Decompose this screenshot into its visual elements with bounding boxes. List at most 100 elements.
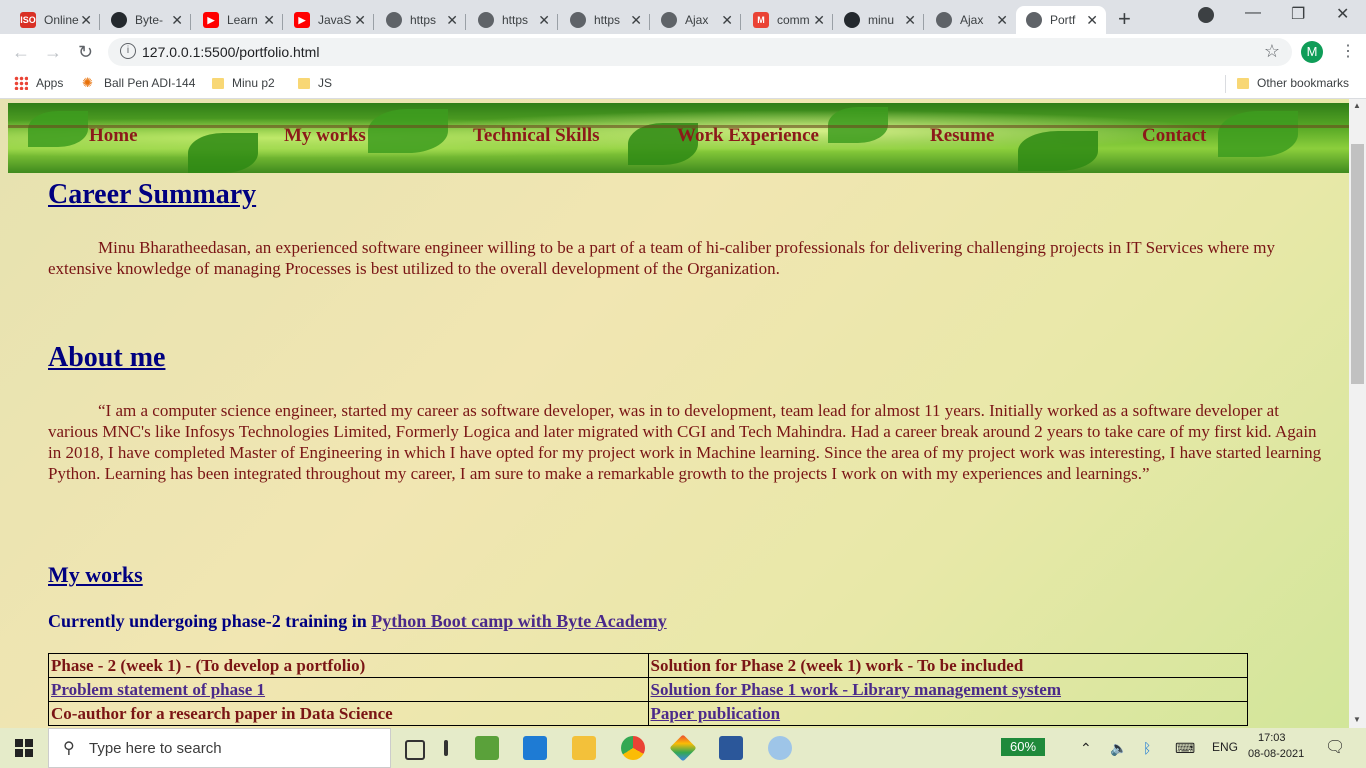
bookmark-item[interactable]: ✺ Ball Pen ADI-144	[82, 76, 195, 91]
paper-publication-link[interactable]: Paper publication	[651, 704, 781, 723]
tray-chevron-icon[interactable]: ⌃	[1080, 740, 1092, 757]
browser-tab-active[interactable]: Portf ✕	[1016, 6, 1106, 34]
profile-avatar[interactable]: M	[1301, 41, 1323, 63]
browser-tab[interactable]: Ajax ✕	[926, 6, 1016, 34]
url-text[interactable]: 127.0.0.1:5500/portfolio.html	[142, 44, 319, 60]
vscode-icon[interactable]	[523, 736, 547, 760]
close-tab-icon[interactable]: ✕	[996, 12, 1008, 29]
solution-phase1-link[interactable]: Solution for Phase 1 work - Library mana…	[651, 680, 1062, 699]
close-tab-icon[interactable]: ✕	[538, 12, 550, 29]
windows-taskbar: ⚲ Type here to search 60% ⌃ 🔈 ᛒ ⌨ ENG 17…	[0, 728, 1366, 768]
browser-tab[interactable]: ISO Online ✕	[10, 6, 100, 34]
nav-my-works[interactable]: My works	[284, 125, 366, 147]
language-indicator[interactable]: ENG	[1212, 740, 1238, 754]
bookmark-apps[interactable]: Apps	[14, 76, 63, 90]
browser-tab[interactable]: ▶ Learn ✕	[193, 6, 283, 34]
browser-tab[interactable]: https ✕	[376, 6, 466, 34]
browser-toolbar: ← → ↻ i 127.0.0.1:5500/portfolio.html ☆	[0, 34, 1366, 70]
menu-kebab-icon[interactable]: ⋮	[1340, 41, 1356, 61]
bootcamp-link[interactable]: Python Boot camp with Byte Academy	[371, 611, 667, 631]
scroll-up-icon[interactable]: ▲	[1353, 101, 1361, 110]
close-tab-icon[interactable]: ✕	[813, 12, 825, 29]
volume-icon[interactable]: 🔈	[1110, 740, 1127, 757]
tab-title: Ajax	[960, 13, 984, 27]
career-summary-text: Minu Bharatheedasan, an experienced soft…	[48, 238, 1275, 278]
close-tab-icon[interactable]: ✕	[80, 12, 92, 29]
app-icon[interactable]	[669, 734, 697, 762]
keyboard-icon[interactable]: ⌨	[1175, 740, 1195, 757]
new-tab-icon[interactable]: +	[1118, 6, 1131, 32]
close-window-icon[interactable]: ✕	[1336, 4, 1349, 24]
nav-technical-skills[interactable]: Technical Skills	[473, 125, 600, 147]
close-tab-icon[interactable]: ✕	[263, 12, 275, 29]
scroll-down-icon[interactable]: ▼	[1353, 715, 1361, 724]
table-cell: Paper publication	[647, 701, 1248, 726]
github-icon	[111, 12, 127, 28]
paint-icon[interactable]	[768, 736, 792, 760]
taskbar-search-box[interactable]: ⚲ Type here to search	[48, 728, 391, 768]
nav-contact[interactable]: Contact	[1142, 125, 1206, 147]
minimize-icon[interactable]: —	[1245, 4, 1261, 22]
bookmark-star-icon[interactable]: ☆	[1264, 41, 1280, 62]
tab-title: https	[502, 13, 529, 27]
word-icon[interactable]	[719, 736, 743, 760]
restore-icon[interactable]: ❐	[1291, 4, 1305, 24]
tab-title: https	[594, 13, 621, 27]
browser-tab[interactable]: Byte- ✕	[101, 6, 191, 34]
task-view-icon[interactable]	[405, 740, 425, 760]
tab-search-icon[interactable]	[1198, 7, 1214, 23]
career-summary-heading: Career Summary	[48, 179, 257, 210]
notifications-icon[interactable]: 🗨	[1325, 737, 1345, 757]
nav-work-experience[interactable]: Work Experience	[677, 125, 819, 147]
close-tab-icon[interactable]: ✕	[171, 12, 183, 29]
bookmark-label: Minu p2	[232, 76, 275, 90]
close-tab-icon[interactable]: ✕	[354, 12, 366, 29]
nav-home[interactable]: Home	[89, 125, 138, 147]
close-tab-icon[interactable]: ✕	[446, 12, 458, 29]
forward-icon[interactable]: →	[44, 42, 62, 63]
battery-badge[interactable]: 60%	[1001, 738, 1045, 756]
table-cell: Phase - 2 (week 1) - (To develop a portf…	[48, 653, 649, 678]
globe-icon	[1026, 12, 1042, 28]
table-cell: Co-author for a research paper in Data S…	[48, 701, 649, 726]
address-bar[interactable]: i 127.0.0.1:5500/portfolio.html ☆	[108, 38, 1292, 66]
clock-date[interactable]: 08-08-2021	[1248, 748, 1304, 760]
table-cell: Solution for Phase 2 (week 1) work - To …	[647, 653, 1248, 678]
bookmark-folder[interactable]: JS	[298, 76, 332, 90]
nav-resume[interactable]: Resume	[930, 125, 994, 147]
site-info-icon[interactable]: i	[120, 43, 136, 59]
browser-tab[interactable]: M comm ✕	[743, 6, 833, 34]
training-line: Currently undergoing phase-2 training in…	[48, 611, 667, 632]
bookmark-label: Other bookmarks	[1257, 76, 1350, 90]
notepad-plus-icon[interactable]	[475, 736, 499, 760]
scrollbar-thumb[interactable]	[1351, 144, 1364, 384]
browser-tab[interactable]: minu ✕	[834, 6, 924, 34]
taskbar-divider-icon	[444, 740, 448, 756]
page-viewport: Home My works Technical Skills Work Expe…	[0, 99, 1349, 728]
back-icon[interactable]: ←	[12, 42, 30, 63]
folder-icon	[298, 77, 310, 89]
browser-tab[interactable]: ▶ JavaS ✕	[284, 6, 374, 34]
file-explorer-icon[interactable]	[572, 736, 596, 760]
bluetooth-icon[interactable]: ᛒ	[1143, 740, 1151, 756]
other-bookmarks[interactable]: Other bookmarks	[1237, 76, 1349, 90]
clock-time[interactable]: 17:03	[1258, 732, 1286, 744]
tab-title: https	[410, 13, 437, 27]
close-tab-icon[interactable]: ✕	[721, 12, 733, 29]
browser-tab[interactable]: https ✕	[468, 6, 558, 34]
browser-tab[interactable]: https ✕	[560, 6, 650, 34]
problem-statement-link[interactable]: Problem statement of phase 1	[51, 680, 265, 699]
gmail-icon: M	[753, 12, 769, 28]
bookmark-label: Apps	[36, 76, 64, 90]
close-tab-icon[interactable]: ✕	[1086, 12, 1098, 29]
browser-tab[interactable]: Ajax ✕	[651, 6, 741, 34]
windows-start-icon[interactable]	[15, 739, 33, 757]
reload-icon[interactable]: ↻	[78, 42, 93, 63]
close-tab-icon[interactable]: ✕	[904, 12, 916, 29]
close-tab-icon[interactable]: ✕	[630, 12, 642, 29]
chrome-icon[interactable]	[621, 736, 645, 760]
page-scrollbar[interactable]: ▲ ▼	[1349, 99, 1366, 728]
bookmark-folder[interactable]: Minu p2	[212, 76, 275, 90]
my-works-heading: My works	[48, 562, 143, 587]
table-row: Phase - 2 (week 1) - (To develop a portf…	[48, 653, 1248, 678]
